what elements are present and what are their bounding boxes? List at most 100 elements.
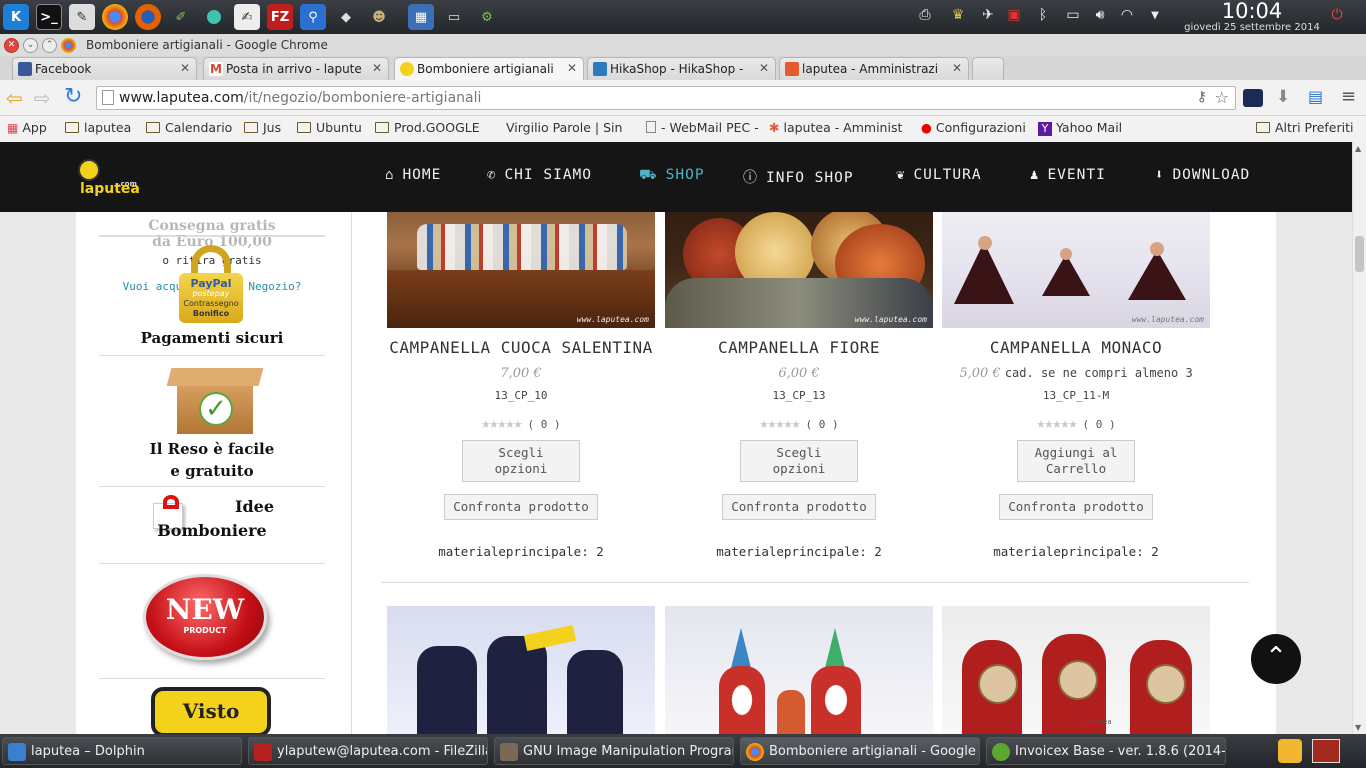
product-image[interactable] [665,606,933,734]
task-gimp[interactable]: GNU Image Manipulation Program [494,737,734,765]
compare-product-button[interactable]: Confronta prodotto [999,494,1153,520]
nav-chi-siamo[interactable]: ✆ CHI SIAMO [487,167,592,183]
easy-returns-banner[interactable]: ✓ Il Reso è facile e gratuito [99,356,325,487]
bookmark-apps[interactable]: ▦ App [7,120,47,135]
wedding-favors-ideas-banner[interactable]: Idee Bomboniere [99,487,325,564]
terminal-icon[interactable]: >_ [36,4,62,30]
product-card[interactable]: laputea [942,606,1210,734]
close-icon[interactable]: ✕ [180,61,190,75]
new-product-banner[interactable]: NEW PRODUCT [99,564,325,679]
rating-stars-icon[interactable]: ★★★★★ [481,414,522,432]
product-card[interactable] [387,606,655,734]
task-dolphin[interactable]: laputea – Dolphin [2,737,242,765]
bookmark-calendario[interactable]: Calendario [146,120,232,135]
product-card[interactable]: www.laputea.com CAMPANELLA MONACO 5,00 €… [942,178,1210,559]
broom-icon[interactable]: ✈ [978,7,998,27]
product-name[interactable]: CAMPANELLA CUOCA SALENTINA [387,338,655,357]
product-card[interactable]: www.laputea.com CAMPANELLA CUOCA SALENTI… [387,178,655,559]
close-icon[interactable]: ✕ [372,61,382,75]
bookmark-webmail-pec[interactable]: - WebMail PEC - [646,120,759,135]
dot-icon[interactable] [201,4,227,30]
add-to-cart-button[interactable]: Aggiungi al Carrello [1017,440,1135,482]
bookmark-star-icon[interactable]: ☆ [1215,88,1229,107]
kde-icon[interactable]: K [3,4,29,30]
product-image[interactable] [387,606,655,734]
screenshot-extension-icon[interactable]: ▤ [1308,87,1323,106]
scroll-up-icon[interactable]: ▲ [1355,144,1361,153]
tab-hikashop[interactable]: HikaShop - HikaShop - ✕ [587,57,776,80]
nav-shop[interactable]: ⛟ SHOP [639,167,705,185]
product-rating[interactable]: ★★★★★ ( 0 ) [665,414,933,432]
close-icon[interactable]: ✕ [759,61,769,75]
scroll-down-icon[interactable]: ▼ [1355,723,1361,732]
close-icon[interactable]: ✕ [567,61,577,75]
task-filezilla[interactable]: ylaputew@laputea.com - FileZilla [248,737,488,765]
show-desktop-icon[interactable] [1312,739,1340,763]
task-chrome[interactable]: Bomboniere artigianali - Google Ch [740,737,980,765]
rating-stars-icon[interactable]: ★★★★★ [759,414,800,432]
power-icon[interactable]: ⏻ [1327,7,1347,27]
settings-icon[interactable]: ⚙ [474,4,500,30]
bookmark-laputea-admin[interactable]: ✱ laputea - Amminist [769,120,909,135]
bookmark-virgilio[interactable]: Virgilio Parole | Sin [494,120,631,135]
bluetooth-icon[interactable]: ᛒ [1033,7,1053,27]
nav-cultura[interactable]: ❦ CULTURA [896,167,982,183]
bookmark-yahoo-mail[interactable]: Y Yahoo Mail [1038,120,1122,136]
product-card[interactable]: www.laputea.com CAMPANELLA FIORE 6,00 € … [665,178,933,559]
editor-icon[interactable]: ✍ [234,4,260,30]
compare-product-button[interactable]: Confronta prodotto [444,494,598,520]
back-button[interactable]: ⇦ [6,86,23,110]
choose-options-button[interactable]: Scegli opzioni [740,440,858,482]
tab-facebook[interactable]: Facebook ✕ [12,57,197,80]
close-icon[interactable]: ✕ [952,61,962,75]
address-bar[interactable]: www.laputea.com/it/negozio/bomboniere-ar… [96,86,1236,110]
printer-icon[interactable]: ⎙ [915,7,935,27]
scrollbar-thumb[interactable] [1355,236,1364,272]
nav-download[interactable]: ⬇ DOWNLOAD [1155,167,1250,183]
notes-icon[interactable]: ✎ [69,4,95,30]
nav-info-shop[interactable]: ⓘ INFO SHOP [743,167,854,187]
site-logo[interactable]: laputea .com [78,159,160,197]
filezilla-icon[interactable]: FZ [267,4,293,30]
scanner-icon[interactable]: ▭ [441,4,467,30]
visto-banner[interactable]: Visto [99,679,325,734]
scroll-to-top-button[interactable]: ⌃ [1251,634,1301,684]
product-rating[interactable]: ★★★★★ ( 0 ) [387,414,655,432]
bookmark-laputea[interactable]: laputea [65,120,131,135]
inkscape-icon[interactable]: ◆ [333,4,359,30]
tab-bomboniere[interactable]: Bomboniere artigianali ✕ [394,57,584,80]
product-image[interactable]: laputea [942,606,1210,734]
nav-home[interactable]: ⌂ HOME [385,167,441,183]
bookmark-jus[interactable]: Jus [244,120,281,135]
bookmark-prod-google[interactable]: Prod.GOOGLE [375,120,480,135]
pen-icon[interactable]: ✐ [168,4,194,30]
window-minimize-button[interactable]: ⌄ [23,37,38,53]
monitor-icon[interactable]: ▣ [1004,7,1024,27]
bookmark-ubuntu[interactable]: Ubuntu [297,120,362,135]
clipboard-icon[interactable] [1278,739,1302,763]
window-maximize-button[interactable]: ⌃ [42,37,57,53]
page-scrollbar[interactable]: ▲ ▼ [1352,142,1366,734]
download-extension-icon[interactable]: ⬇ [1276,87,1290,107]
update-icon[interactable]: ♛ [948,7,968,27]
search-tool-icon[interactable]: ⚲ [300,4,326,30]
forward-button[interactable]: ⇨ [34,86,51,110]
window-close-button[interactable]: ✕ [4,37,19,53]
product-rating[interactable]: ★★★★★ ( 0 ) [942,414,1210,432]
menu-icon[interactable]: ≡ [1341,86,1356,107]
choose-options-button[interactable]: Scegli opzioni [462,440,580,482]
volume-icon[interactable]: 🔊︎ [1090,7,1110,27]
reload-button[interactable]: ↻ [64,84,82,109]
wifi-icon[interactable]: ◠ [1117,7,1137,27]
task-invoicex[interactable]: Invoicex Base - ver. 1.8.6 (2014-06- [986,737,1226,765]
firefox-icon[interactable] [135,4,161,30]
bookmark-altri-preferiti[interactable]: Altri Preferiti [1256,120,1353,135]
product-name[interactable]: CAMPANELLA MONACO [942,338,1210,357]
extension-icon[interactable] [1243,89,1263,107]
secure-payments-banner[interactable]: PayPal postepay Contrassegno Bonifico Pa… [99,236,325,356]
rating-stars-icon[interactable]: ★★★★★ [1036,414,1077,432]
compare-product-button[interactable]: Confronta prodotto [722,494,876,520]
product-card[interactable] [665,606,933,734]
bookmark-configurazioni[interactable]: ● Configurazioni [921,120,1026,135]
clock[interactable]: 10:04 giovedì 25 settembre 2014 [1172,0,1332,33]
